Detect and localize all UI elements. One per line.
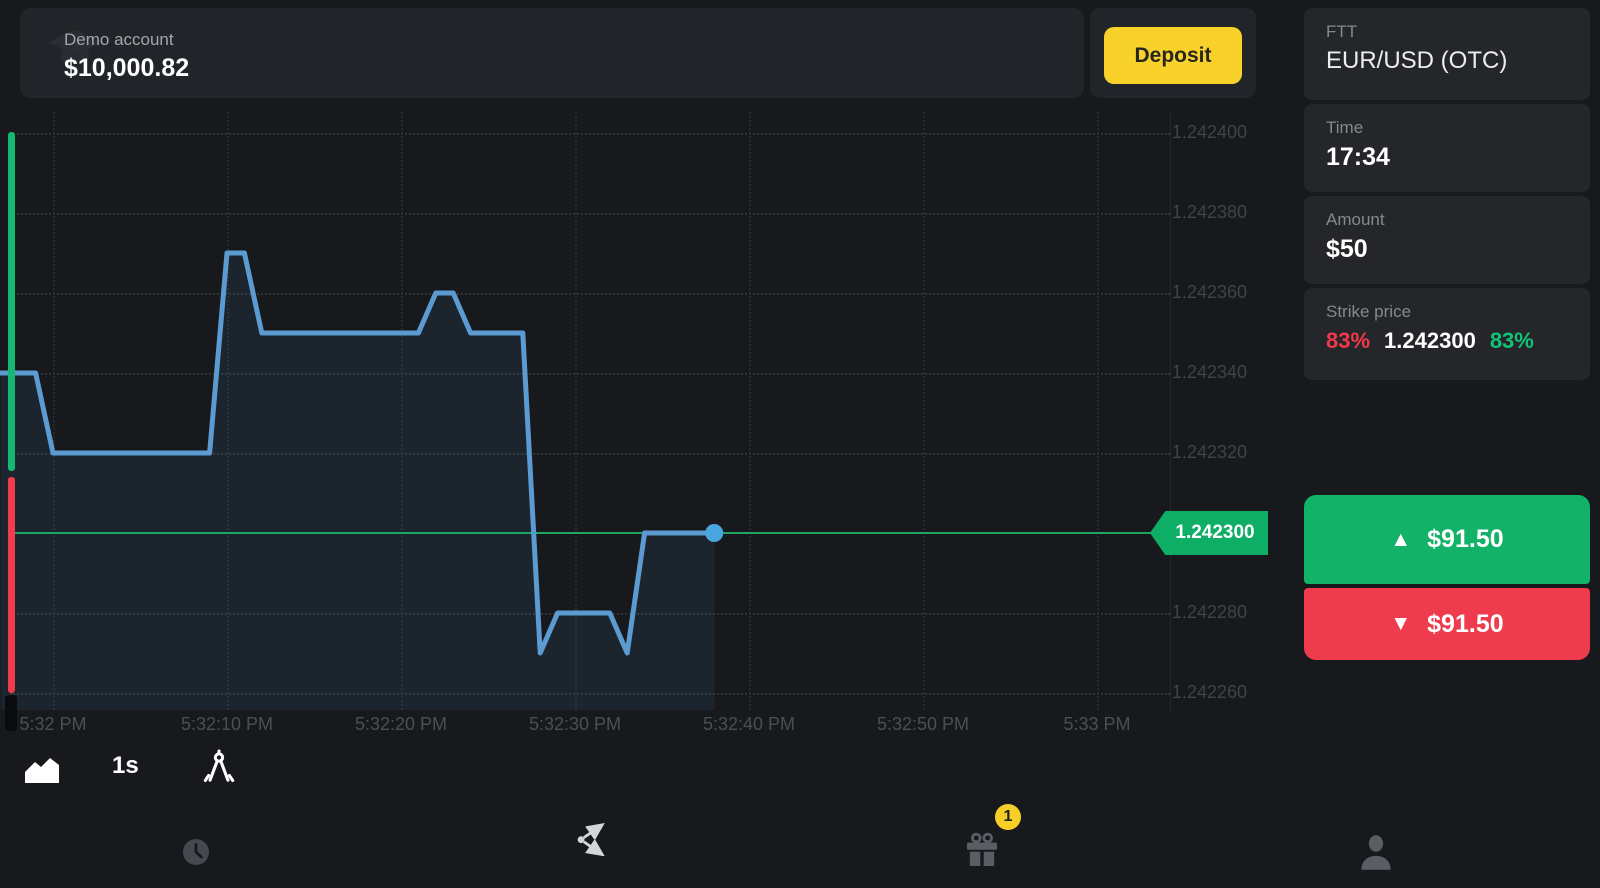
buy-up-button[interactable]: ▲ $91.50	[1304, 495, 1590, 584]
timeframe-button[interactable]: 1s	[112, 752, 139, 780]
sentiment-bar-up	[8, 132, 15, 471]
profile-button[interactable]	[1356, 832, 1396, 875]
header-bar: Demo account $10,000.82	[20, 8, 1084, 98]
account-type-label: Demo account	[64, 30, 189, 50]
buy-down-amount: $91.50	[1427, 610, 1503, 639]
up-arrow-icon: ▲	[1390, 528, 1411, 552]
strike-price-panel: Strike price 83% 1.242300 83%	[1304, 288, 1590, 380]
sentiment-bar-down	[8, 477, 15, 693]
amount-label: Amount	[1326, 210, 1590, 230]
account-balance: $10,000.82	[64, 54, 189, 83]
deposit-button[interactable]: Deposit	[1104, 27, 1242, 84]
amount-setting[interactable]: Amount $50	[1304, 196, 1590, 284]
gift-icon	[962, 830, 1002, 870]
bonuses-button[interactable]	[962, 830, 1002, 873]
time-setting[interactable]: Time 17:34	[1304, 104, 1590, 192]
account-switcher[interactable]: Demo account $10,000.82	[64, 30, 189, 83]
chart-canvas	[0, 0, 1290, 760]
drawing-tools-button[interactable]	[202, 748, 236, 793]
time-label: Time	[1326, 118, 1590, 138]
history-button[interactable]	[176, 832, 216, 875]
down-arrow-icon: ▼	[1390, 612, 1411, 636]
resize-arrows-icon	[574, 822, 608, 856]
asset-selector[interactable]: FTT EUR/USD (OTC)	[1304, 8, 1590, 100]
strike-price-value: 1.242300	[1384, 328, 1476, 354]
expand-chart-button[interactable]	[574, 822, 608, 859]
area-fill	[1, 253, 714, 710]
strike-price-label: Strike price	[1326, 302, 1590, 322]
chart-type-button[interactable]	[22, 752, 62, 789]
payout-down-percent: 83%	[1326, 328, 1370, 354]
compass-icon	[202, 748, 236, 790]
gift-badge: 1	[995, 804, 1021, 830]
amount-value: $50	[1326, 235, 1590, 264]
buy-up-amount: $91.50	[1427, 525, 1503, 554]
time-value: 17:34	[1326, 143, 1590, 172]
last-price-dot	[705, 524, 723, 542]
sentiment-bar-handle[interactable]	[5, 695, 17, 731]
buy-down-button[interactable]: ▼ $91.50	[1304, 588, 1590, 660]
person-icon	[1356, 832, 1396, 872]
asset-type-label: FTT	[1326, 22, 1590, 42]
strike-price-tag: 1.242300	[1150, 511, 1268, 555]
clock-icon	[176, 832, 216, 872]
area-chart-icon	[22, 752, 62, 786]
asset-name: EUR/USD (OTC)	[1326, 47, 1590, 75]
payout-up-percent: 83%	[1490, 328, 1534, 354]
